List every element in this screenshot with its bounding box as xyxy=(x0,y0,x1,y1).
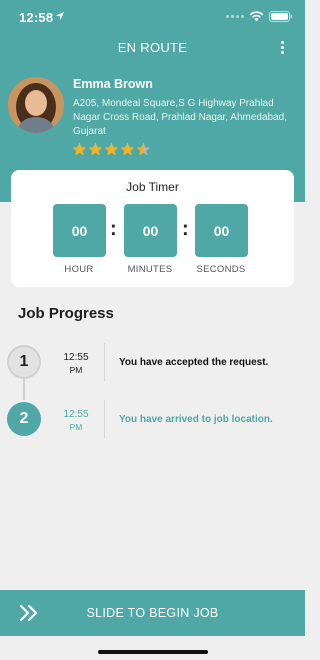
status-bar: 12:58 xyxy=(0,0,305,34)
page-title: EN ROUTE xyxy=(117,40,188,55)
job-progress-title: Job Progress xyxy=(18,305,114,322)
customer-avatar xyxy=(8,77,64,133)
step-description: You have accepted the request. xyxy=(119,357,269,368)
timer-seconds: 00 xyxy=(195,204,248,257)
timer-separator: : xyxy=(182,218,189,240)
star-icon xyxy=(120,142,135,156)
timer-minutes-label: MINUTES xyxy=(127,264,173,275)
star-rating xyxy=(72,142,151,157)
step-time: 12:55 PM xyxy=(55,351,97,377)
star-icon xyxy=(136,142,151,156)
slide-label: SLIDE TO BEGIN JOB xyxy=(86,606,219,620)
more-options-icon[interactable] xyxy=(281,41,285,55)
timer-hours: 00 xyxy=(53,204,106,257)
step-divider xyxy=(104,343,105,381)
step-description: You have arrived to job location. xyxy=(119,414,273,425)
customer-name: Emma Brown xyxy=(73,77,153,91)
battery-icon xyxy=(269,11,292,22)
step-time-value: 12:55 xyxy=(63,409,89,420)
timer-separator: : xyxy=(110,218,117,240)
step-time-ampm: PM xyxy=(69,422,83,432)
job-timer-card: Job Timer 00 : 00 : 00 HOUR MINUTES SECO… xyxy=(11,170,294,287)
step-time-ampm: PM xyxy=(69,365,83,375)
status-time: 12:58 xyxy=(19,10,54,25)
step-divider xyxy=(104,400,105,438)
progress-step-2: 2 12:55 PM You have arrived to job locat… xyxy=(0,400,305,442)
signal-icon xyxy=(226,15,244,18)
location-arrow-icon xyxy=(56,12,64,20)
step-time: 12:55 PM xyxy=(55,408,97,434)
job-timer-title: Job Timer xyxy=(126,180,179,194)
wifi-icon xyxy=(249,11,264,22)
timer-seconds-label: SECONDS xyxy=(196,264,246,275)
progress-step-1: 1 12:55 PM You have accepted the request… xyxy=(0,343,305,385)
step-number-badge: 2 xyxy=(7,402,41,436)
timer-minutes: 00 xyxy=(124,204,177,257)
star-icon xyxy=(104,142,119,156)
star-icon xyxy=(72,142,87,156)
slide-to-begin-job[interactable]: SLIDE TO BEGIN JOB xyxy=(0,590,305,636)
customer-address: A205, Mondeal Square,S G Highway Prahlad… xyxy=(73,98,288,137)
timer-hour-label: HOUR xyxy=(64,264,94,275)
status-icons xyxy=(226,11,293,22)
star-icon xyxy=(88,142,103,156)
step-number-badge: 1 xyxy=(7,345,41,379)
home-indicator xyxy=(98,650,208,654)
step-time-value: 12:55 xyxy=(63,352,89,363)
